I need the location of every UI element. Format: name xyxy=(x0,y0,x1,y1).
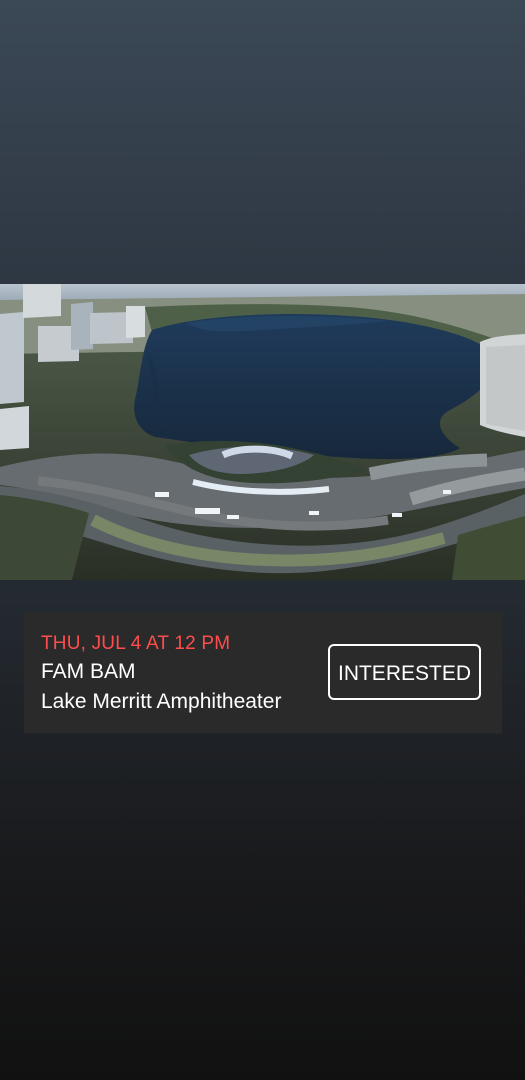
event-cover-image[interactable] xyxy=(0,284,525,580)
event-card[interactable]: THU, JUL 4 AT 12 PM FAM BAM Lake Merritt… xyxy=(24,612,502,733)
event-date: THU, JUL 4 AT 12 PM xyxy=(41,633,231,654)
event-location: Lake Merritt Amphitheater xyxy=(41,690,282,713)
interested-button[interactable]: INTERESTED xyxy=(328,644,481,700)
event-title: FAM BAM xyxy=(41,660,136,683)
aerial-lake-photo xyxy=(0,284,525,580)
